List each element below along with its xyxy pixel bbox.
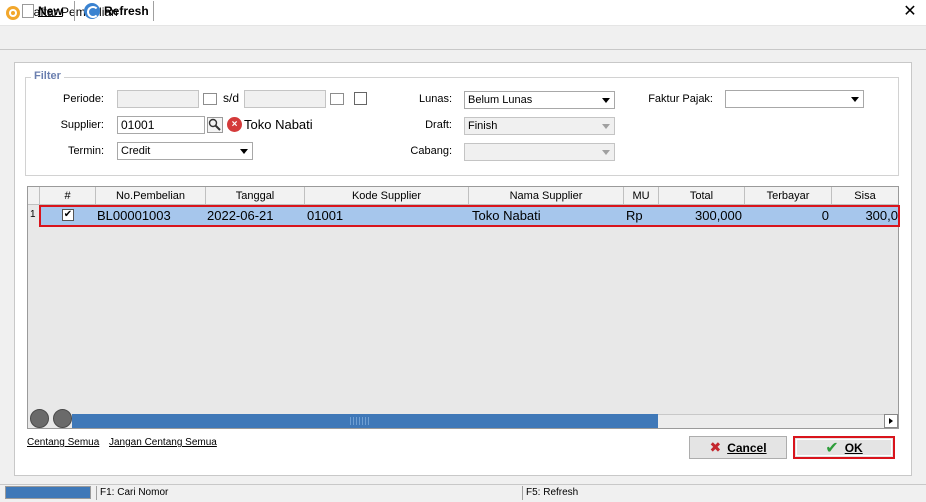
faktur-pajak-select[interactable] (725, 90, 864, 108)
lunas-select-value: Belum Lunas (468, 94, 533, 106)
row-number: 1 (30, 209, 36, 220)
toolbar-divider (0, 49, 926, 50)
column-header-mu[interactable]: MU (624, 187, 659, 205)
new-document-icon (22, 4, 34, 18)
grid-corner (28, 187, 40, 205)
draft-select-value: Finish (468, 120, 498, 132)
cabang-select[interactable] (464, 143, 615, 161)
new-button-label: New (38, 4, 63, 18)
lunas-label: Lunas: (418, 93, 452, 105)
termin-select[interactable]: Credit (117, 142, 253, 160)
status-separator (522, 486, 523, 500)
column-header-check[interactable]: # (40, 187, 96, 205)
column-header-kode-supplier[interactable]: Kode Supplier (305, 187, 469, 205)
new-button[interactable]: New (18, 0, 67, 22)
status-f1-hint: F1: Cari Nomor (100, 487, 169, 498)
nav-previous-icon[interactable] (30, 409, 49, 428)
refresh-button[interactable]: Refresh (80, 0, 153, 22)
column-header-sisa[interactable]: Sisa (832, 187, 898, 205)
cancel-button-label: Cancel (727, 440, 767, 455)
row-highlight-annotation (39, 205, 900, 227)
chevron-down-icon (851, 97, 859, 102)
column-header-total[interactable]: Total (659, 187, 745, 205)
periode-from-calendar-icon[interactable] (203, 93, 217, 105)
close-icon[interactable]: ✕ (900, 2, 920, 22)
supplier-code-input[interactable]: 01001 (117, 116, 205, 134)
draft-label: Draft: (425, 119, 452, 131)
periode-to-calendar-icon[interactable] (330, 93, 344, 105)
clear-supplier-icon[interactable]: × (227, 117, 242, 132)
toolbar-separator (74, 1, 75, 21)
scrollbar-grip (350, 417, 370, 425)
status-separator (96, 486, 97, 500)
chevron-down-icon (240, 149, 248, 154)
check-all-link[interactable]: Centang Semua (27, 437, 99, 448)
status-progress (5, 486, 91, 499)
cancel-button[interactable]: ✖ Cancel (689, 436, 787, 459)
faktur-pajak-label: Faktur Pajak: (648, 93, 713, 105)
termin-label: Termin: (67, 145, 104, 157)
cancel-icon: ✖ (709, 439, 722, 455)
column-header-nama-supplier[interactable]: Nama Supplier (469, 187, 624, 205)
ok-button-label: OK (844, 440, 863, 455)
uncheck-all-link[interactable]: Jangan Centang Semua (109, 437, 217, 448)
periode-to-input[interactable] (244, 90, 326, 108)
draft-select[interactable]: Finish (464, 117, 615, 135)
chevron-down-icon (602, 98, 610, 103)
scroll-right-icon[interactable] (884, 414, 898, 428)
chevron-down-icon (602, 124, 610, 129)
toolbar (0, 27, 926, 49)
periode-label: Periode: (63, 93, 104, 105)
periode-enable-checkbox[interactable] (354, 92, 367, 105)
column-header-tanggal[interactable]: Tanggal (206, 187, 305, 205)
column-header-no-pembelian[interactable]: No.Pembelian (96, 187, 206, 205)
periode-sd-label: s/d (223, 91, 240, 105)
toolbar-separator (153, 1, 154, 21)
column-header-terbayar[interactable]: Terbayar (745, 187, 832, 205)
refresh-button-label: Refresh (104, 4, 149, 18)
search-icon[interactable] (207, 117, 223, 133)
cabang-label: Cabang: (410, 145, 452, 157)
chevron-down-icon (602, 150, 610, 155)
lunas-select[interactable]: Belum Lunas (464, 91, 615, 109)
status-f5-hint: F5: Refresh (526, 487, 579, 498)
check-icon: ✔ (825, 439, 839, 457)
supplier-name-text: Toko Nabati (244, 117, 313, 132)
termin-select-value: Credit (121, 145, 151, 157)
filter-legend: Filter (31, 70, 64, 82)
supplier-label: Supplier: (60, 119, 104, 131)
ok-button[interactable]: ✔ OK (793, 436, 895, 459)
refresh-icon (84, 3, 100, 19)
periode-from-input[interactable] (117, 90, 199, 108)
nav-next-icon[interactable] (53, 409, 72, 428)
